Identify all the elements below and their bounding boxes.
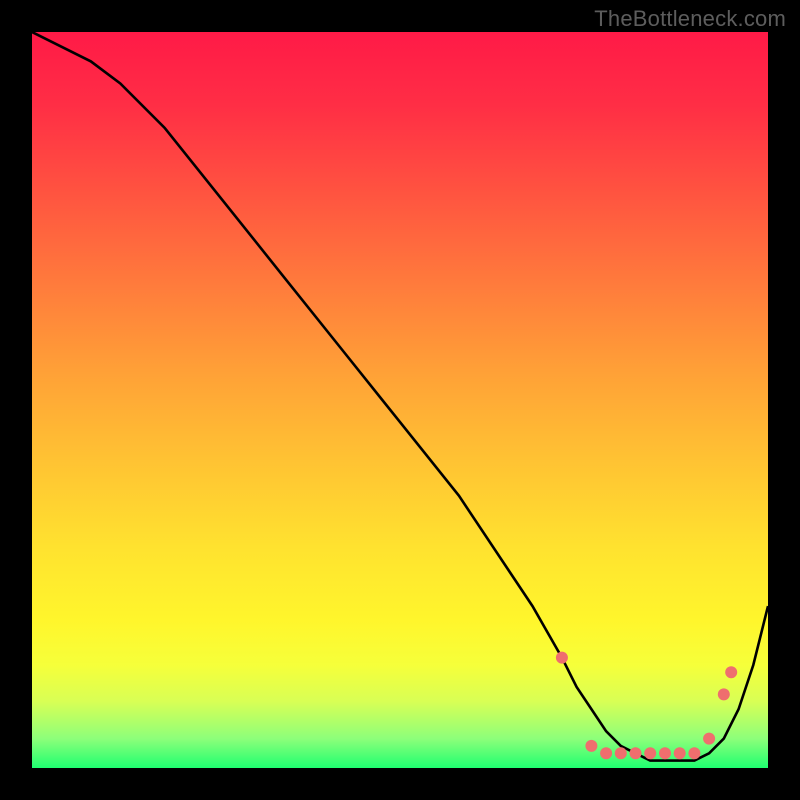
bottleneck-curve: [32, 32, 768, 761]
curve-marker: [703, 733, 715, 745]
plot-area: [32, 32, 768, 768]
curve-marker: [630, 747, 642, 759]
watermark-text: TheBottleneck.com: [594, 6, 786, 32]
marker-group: [556, 652, 737, 760]
curve-marker: [718, 688, 730, 700]
curve-marker: [688, 747, 700, 759]
curve-marker: [585, 740, 597, 752]
curve-marker: [556, 652, 568, 664]
chart-frame: TheBottleneck.com: [0, 0, 800, 800]
curve-marker: [615, 747, 627, 759]
curve-marker: [600, 747, 612, 759]
chart-svg: [32, 32, 768, 768]
curve-marker: [659, 747, 671, 759]
curve-marker: [725, 666, 737, 678]
curve-marker: [674, 747, 686, 759]
curve-marker: [644, 747, 656, 759]
